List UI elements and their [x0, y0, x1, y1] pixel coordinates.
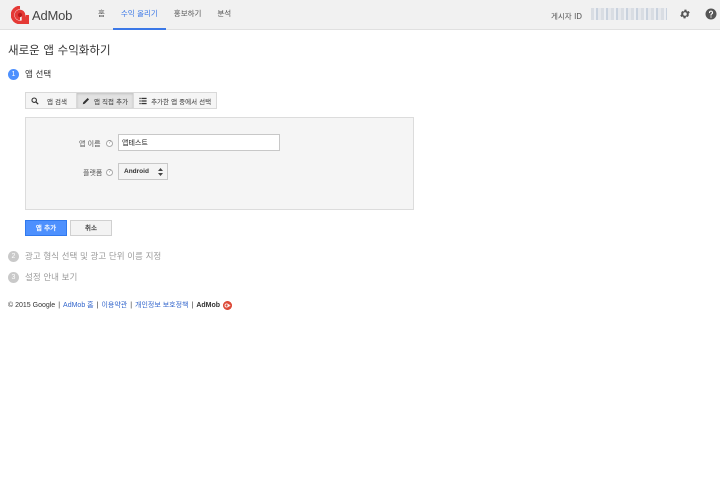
footer-brand: AdMob: [196, 301, 221, 309]
updown-arrows-icon: [158, 168, 163, 176]
gear-icon[interactable]: [679, 8, 691, 20]
google-plus-icon[interactable]: [223, 300, 233, 310]
separator: |: [191, 301, 194, 309]
cancel-button[interactable]: 취소: [70, 220, 112, 236]
help-icon[interactable]: ?: [106, 140, 113, 147]
step-number: 1: [8, 68, 19, 80]
app-name-label: 앱 이름: [79, 140, 101, 148]
search-icon: [31, 96, 39, 105]
tab-label: 앱 직접 추가: [94, 97, 129, 106]
tab-add-manually[interactable]: 앱 직접 추가: [77, 93, 135, 108]
app-name-input[interactable]: [118, 134, 280, 151]
top-bar: AdMob 홈 수익 올리기 홍보하기 분석 게시자 ID: [0, 0, 720, 30]
tab-select-added[interactable]: 추가한 앱 중에서 선택: [134, 93, 216, 108]
page-title: 새로운 앱 수익화하기: [8, 43, 111, 57]
platform-label: 플랫폼: [83, 169, 103, 177]
nav-promote[interactable]: 홍보하기: [166, 0, 210, 30]
nav-monetize[interactable]: 수익 올리기: [112, 0, 166, 30]
help-icon[interactable]: ?: [106, 169, 113, 176]
step-number: 2: [8, 250, 19, 262]
step-label: 광고 형식 선택 및 광고 단위 이름 지정: [25, 252, 162, 262]
footer-link-admob-home[interactable]: AdMob 홈: [63, 300, 94, 310]
platform-selected-value: Android: [124, 168, 149, 175]
footer-link-privacy[interactable]: 개인정보 보호정책: [135, 300, 188, 310]
step-number: 3: [8, 271, 19, 283]
step-3: 3 설정 안내 보기: [8, 271, 77, 283]
help-icon[interactable]: [705, 8, 717, 20]
logo-text: AdMob: [32, 7, 73, 23]
pencil-icon: [82, 97, 90, 104]
separator: |: [58, 301, 61, 309]
tab-label: 앱 검색: [47, 97, 68, 106]
app-source-tabs: 앱 검색 앱 직접 추가 추가한 앱 중에서 선택: [25, 92, 218, 109]
admob-logo-icon: [11, 6, 29, 24]
nav-analyze[interactable]: 분석: [209, 0, 239, 30]
separator: |: [130, 301, 133, 309]
footer-link-terms[interactable]: 이용약관: [101, 300, 127, 310]
publisher-id-redacted: [591, 8, 667, 20]
nav-home[interactable]: 홈: [90, 0, 113, 30]
separator: |: [96, 301, 99, 309]
platform-select[interactable]: Android: [118, 163, 168, 180]
add-app-button[interactable]: 앱 추가: [25, 220, 67, 236]
list-icon: [139, 97, 147, 104]
step-2: 2 광고 형식 선택 및 광고 단위 이름 지정: [8, 250, 161, 262]
tab-label: 추가한 앱 중에서 선택: [151, 97, 212, 106]
publisher-id-label: 게시자 ID: [551, 12, 583, 21]
step-label: 앱 선택: [25, 70, 52, 80]
step-label: 설정 안내 보기: [25, 273, 78, 283]
copyright: © 2015 Google: [8, 301, 56, 309]
tab-search-app[interactable]: 앱 검색: [26, 93, 78, 108]
footer: © 2015 Google | AdMob 홈 | 이용약관 | 개인정보 보호…: [8, 300, 233, 310]
main-nav: 홈 수익 올리기 홍보하기 분석: [90, 0, 239, 30]
admob-logo[interactable]: AdMob: [11, 6, 72, 24]
step-1: 1 앱 선택: [8, 68, 51, 80]
add-app-form: 앱 이름 ? 플랫폼 ? Android: [25, 117, 414, 210]
